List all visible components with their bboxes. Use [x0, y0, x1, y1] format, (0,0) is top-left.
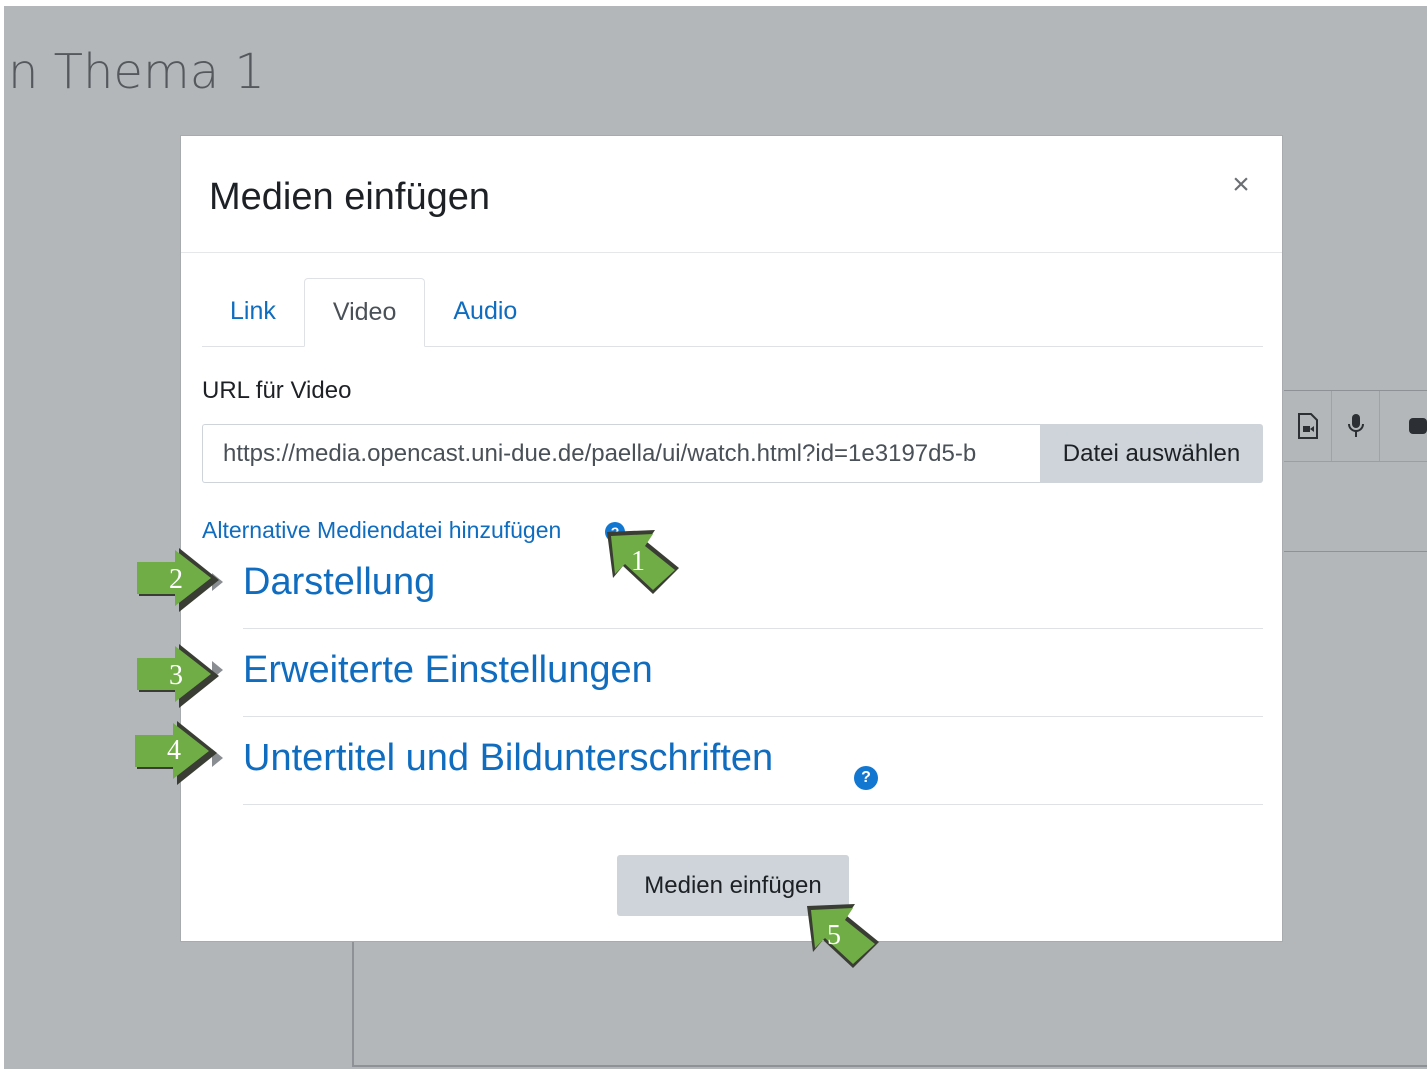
choose-file-button[interactable]: Datei auswählen — [1040, 424, 1263, 483]
url-field-label: URL für Video — [202, 377, 352, 404]
callout-number: 4 — [167, 735, 181, 766]
callout-arrow-1: 1 — [603, 526, 683, 598]
callout-arrow-4: 4 — [133, 717, 221, 789]
section-title-advanced-settings[interactable]: Erweiterte Einstellungen — [243, 649, 653, 692]
callout-arrow-3: 3 — [135, 640, 223, 712]
tab-audio[interactable]: Audio — [425, 278, 545, 344]
video-url-input[interactable] — [202, 424, 1040, 483]
callout-number: 1 — [631, 546, 645, 577]
tab-video[interactable]: Video — [303, 278, 426, 347]
callout-number: 3 — [169, 660, 183, 691]
tab-link[interactable]: Link — [202, 278, 304, 344]
url-input-group: Datei auswählen — [202, 424, 1263, 483]
section-title-darstellung[interactable]: Darstellung — [243, 561, 435, 604]
background-editor-area — [352, 942, 1427, 1067]
record-icon — [1380, 391, 1427, 461]
callout-arrow-2: 2 — [135, 544, 223, 616]
help-icon[interactable]: ? — [854, 766, 878, 790]
video-file-icon — [1284, 391, 1332, 461]
close-icon[interactable]: × — [1226, 170, 1256, 200]
callout-number: 5 — [827, 920, 841, 951]
dialog-title: Medien einfügen — [209, 176, 490, 218]
section-advanced-settings: Erweiterte Einstellungen — [202, 629, 1263, 717]
section-title-subtitles-captions[interactable]: Untertitel und Bildunterschriften — [243, 737, 773, 780]
microphone-icon — [1332, 391, 1380, 461]
add-alternative-media-link[interactable]: Alternative Mediendatei hinzufügen — [202, 517, 561, 544]
callout-arrow-5: 5 — [803, 900, 883, 972]
dialog-header: Medien einfügen × — [181, 136, 1282, 253]
divider — [243, 804, 1263, 805]
media-type-tabs: Link Video Audio — [202, 278, 1263, 347]
background-page-title: n Thema 1 — [8, 44, 265, 100]
section-subtitles-captions: Untertitel und Bildunterschriften ? — [202, 717, 1263, 805]
section-darstellung: Darstellung — [202, 541, 1263, 629]
callout-number: 2 — [169, 564, 183, 595]
background-editor-toolbar — [1284, 390, 1427, 552]
insert-media-dialog: Medien einfügen × Link Video Audio URL f… — [180, 135, 1283, 942]
